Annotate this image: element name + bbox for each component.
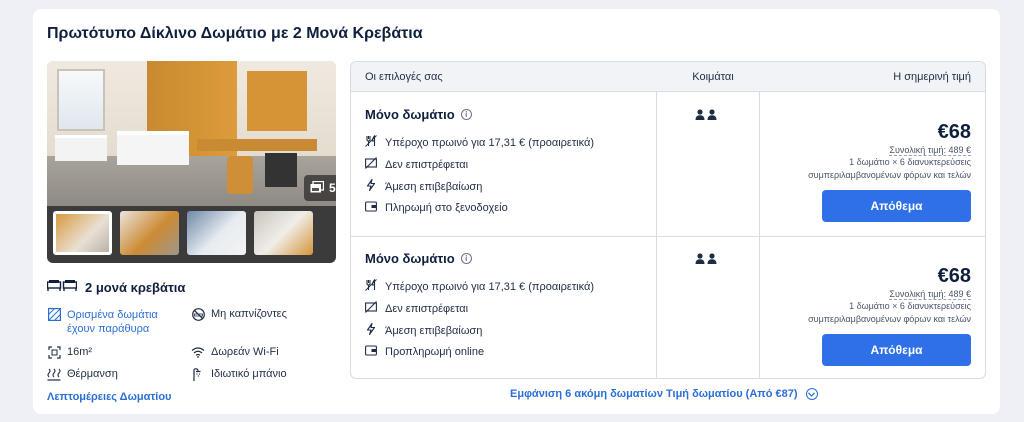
feature-non-refundable-label: Δεν επιστρέφεται: [385, 158, 469, 171]
rate-option-label: Μόνο δωμάτιο: [365, 107, 455, 122]
person-icon: [695, 109, 717, 120]
stay-summary: 1 δωμάτιο × 6 διανυκτερεύσεις συμπεριλαμ…: [771, 156, 971, 182]
stay-taxes-text: συμπεριλαμβανομένων φόρων και τελών: [808, 314, 971, 324]
feature-non-refundable: Δεν επιστρέφεται: [365, 157, 468, 172]
person-icon: [695, 253, 717, 264]
photo-thumbnail[interactable]: [254, 211, 313, 255]
header-price: Η σημερινή τιμή: [893, 71, 971, 83]
feature-instant-confirmation-label: Άμεση επιβεβαίωση: [385, 180, 483, 193]
breakfast-icon: [365, 278, 377, 294]
amenity-heating: Θέρμανση: [47, 368, 118, 384]
table-header: Οι επιλογές σας Κοιμάται Η σημερινή τιμή: [351, 62, 985, 92]
photo-thumbnail[interactable]: [53, 211, 112, 255]
price-per-night: €68: [937, 121, 971, 143]
wallet-icon: [365, 201, 377, 215]
stay-nights-text: 1 δωμάτιο × 6 διανυκτερεύσεις: [849, 157, 971, 167]
rate-option-name: Μόνο δωμάτιο i: [365, 107, 472, 122]
amenity-no-smoking-label: Μη καπνίζοντες: [211, 308, 287, 320]
amenity-wifi: Δωρεάν Wi-Fi: [191, 346, 279, 361]
feature-payment: Πληρωμή στο ξενοδοχείο: [365, 201, 508, 215]
feature-breakfast: Υπέροχο πρωινό για 17,31 € (προαιρετικά): [365, 278, 594, 294]
feature-non-refundable: Δεν επιστρέφεται: [365, 301, 468, 316]
photo-count-badge[interactable]: 5: [304, 175, 336, 201]
book-button[interactable]: Απόθεμα: [822, 190, 971, 222]
rate-option-name: Μόνο δωμάτιο i: [365, 251, 472, 266]
bed-label: 2 μονά κρεβάτια: [85, 279, 186, 295]
room-main-photo[interactable]: 5: [47, 61, 336, 206]
feature-payment: Προπληρωμή online: [365, 345, 484, 359]
total-price[interactable]: Συνολική τιμή: 489 €: [889, 289, 971, 300]
room-size-icon: [47, 346, 61, 362]
feature-instant-confirmation: Άμεση επιβεβαίωση: [365, 178, 483, 194]
breakfast-icon: [365, 134, 377, 150]
window-icon: [47, 308, 61, 324]
total-price[interactable]: Συνολική τιμή: 489 €: [889, 145, 971, 156]
photo-count-text: 5: [329, 181, 336, 195]
non-refundable-icon: [365, 301, 377, 316]
non-refundable-icon: [365, 157, 377, 172]
chevron-down-icon: [805, 388, 818, 400]
bed-icon: [46, 279, 78, 295]
amenity-window-label: Ορισμένα δωμάτια έχουν παράθυρα: [67, 309, 158, 335]
photo-thumbnail-strip: [47, 206, 336, 263]
rate-option-label: Μόνο δωμάτιο: [365, 251, 455, 266]
gallery-icon: [310, 180, 325, 196]
no-smoking-icon: [191, 308, 205, 324]
heating-icon: [47, 368, 61, 384]
lightning-icon: [365, 322, 377, 338]
amenity-bathroom: Ιδιωτικό μπάνιο: [191, 368, 287, 384]
room-card: Πρωτότυπο Δίκλινο Δωμάτιο με 2 Μονά Κρεβ…: [33, 9, 1000, 414]
feature-instant-confirmation-label: Άμεση επιβεβαίωση: [385, 324, 483, 337]
feature-breakfast-label: Υπέροχο πρωινό για 17,31 € (προαιρετικά): [385, 280, 594, 293]
book-button[interactable]: Απόθεμα: [822, 334, 971, 366]
photo-thumbnail[interactable]: [120, 211, 179, 255]
amenity-heating-label: Θέρμανση: [67, 368, 118, 380]
bed-info: 2 μονά κρεβάτια: [46, 279, 186, 295]
guest-capacity: [695, 253, 719, 267]
amenity-size: 16m²: [47, 346, 92, 362]
amenity-bathroom-label: Ιδιωτικό μπάνιο: [211, 368, 287, 380]
stay-taxes-text: συμπεριλαμβανομένων φόρων και τελών: [808, 170, 971, 180]
wifi-icon: [191, 346, 205, 361]
room-details-link[interactable]: Λεπτομέρειες Δωματίου: [47, 391, 171, 403]
feature-instant-confirmation: Άμεση επιβεβαίωση: [365, 322, 483, 338]
stay-summary: 1 δωμάτιο × 6 διανυκτερεύσεις συμπεριλαμ…: [771, 300, 971, 326]
rate-options-table: Οι επιλογές σας Κοιμάται Η σημερινή τιμή…: [350, 61, 986, 379]
rate-row: Μόνο δωμάτιο i Υπέροχο πρωινό για 17,31 …: [351, 93, 985, 237]
price-per-night: €68: [937, 265, 971, 287]
header-options: Οι επιλογές σας: [365, 71, 443, 83]
amenity-wifi-label: Δωρεάν Wi-Fi: [211, 346, 279, 358]
info-icon[interactable]: i: [460, 109, 472, 120]
shower-icon: [191, 368, 205, 384]
feature-breakfast: Υπέροχο πρωινό για 17,31 € (προαιρετικά): [365, 134, 594, 150]
info-icon[interactable]: i: [460, 253, 472, 264]
feature-payment-label: Προπληρωμή online: [385, 346, 485, 358]
header-sleeps: Κοιμάται: [692, 71, 734, 83]
feature-non-refundable-label: Δεν επιστρέφεται: [385, 302, 469, 315]
feature-breakfast-label: Υπέροχο πρωινό για 17,31 € (προαιρετικά): [385, 136, 594, 149]
rate-row: Μόνο δωμάτιο i Υπέροχο πρωινό για 17,31 …: [351, 236, 985, 378]
room-title: Πρωτότυπο Δίκλινο Δωμάτιο με 2 Μονά Κρεβ…: [47, 25, 423, 42]
amenity-size-label: 16m²: [67, 346, 93, 358]
show-more-rooms-label: Εμφάνιση 6 ακόμη δωματίων Τιμή δωματίου …: [510, 388, 798, 400]
amenity-window[interactable]: Ορισμένα δωμάτια έχουν παράθυρα: [47, 308, 177, 336]
guest-capacity: [695, 109, 719, 123]
wallet-icon: [365, 345, 377, 359]
amenity-no-smoking: Μη καπνίζοντες: [191, 308, 287, 324]
lightning-icon: [365, 178, 377, 194]
stay-nights-text: 1 δωμάτιο × 6 διανυκτερεύσεις: [849, 301, 971, 311]
photo-thumbnail[interactable]: [187, 211, 246, 255]
feature-payment-label: Πληρωμή στο ξενοδοχείο: [385, 202, 508, 214]
show-more-rooms-link[interactable]: Εμφάνιση 6 ακόμη δωματίων Τιμή δωματίου …: [510, 388, 818, 400]
